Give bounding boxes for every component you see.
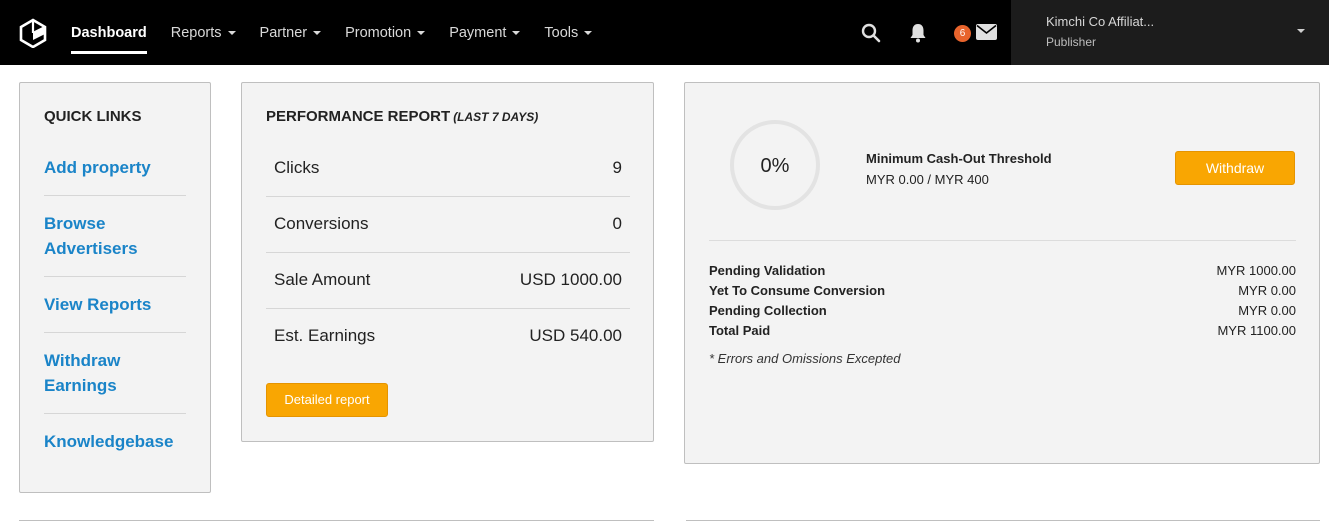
nav-reports-label: Reports [170, 24, 222, 41]
nav-tools-label: Tools [544, 24, 579, 41]
quick-links-card: QUICK LINKS Add property Browse Advertis… [19, 82, 211, 493]
bell-icon[interactable] [909, 23, 927, 43]
link-view-reports[interactable]: View Reports [44, 292, 186, 317]
nav-dashboard-label: Dashboard [71, 24, 147, 41]
threshold-value: MYR 0.00 / MYR 400 [866, 172, 989, 187]
cashout-progress-text: 0% [760, 155, 790, 177]
notification-badge: 6 [954, 25, 971, 42]
payout-label: Yet To Consume Conversion [709, 283, 886, 298]
metric-value: 0 [612, 214, 622, 233]
payout-label: Total Paid [709, 323, 771, 338]
user-name: Kimchi Co Affiliat... [1046, 14, 1155, 29]
link-knowledgebase[interactable]: Knowledgebase [44, 429, 186, 454]
chevron-down-icon [584, 30, 593, 35]
chevron-down-icon [227, 30, 236, 35]
main-nav: Dashboard Reports Partner Promotion Paym… [71, 0, 616, 65]
link-add-property[interactable]: Add property [44, 155, 186, 180]
quick-links-title: QUICK LINKS [44, 108, 142, 125]
divider [44, 195, 186, 196]
metric-label: Est. Earnings [274, 326, 376, 345]
link-withdraw-earnings[interactable]: Withdraw Earnings [44, 348, 186, 398]
payout-row-yet-to-consume: Yet To Consume Conversion MYR 0.00 [709, 283, 1296, 303]
nav-reports[interactable]: Reports [171, 0, 236, 65]
metric-row-sale-amount: Sale Amount USD 1000.00 [266, 252, 630, 308]
nav-promotion[interactable]: Promotion [345, 0, 426, 65]
next-card-edge [19, 520, 654, 521]
divider [709, 240, 1296, 241]
chevron-down-icon [417, 30, 426, 35]
nav-dashboard[interactable]: Dashboard [71, 0, 147, 65]
metric-row-clicks: Clicks 9 [266, 140, 630, 196]
payout-row-total-paid: Total Paid MYR 1100.00 [709, 323, 1296, 343]
user-menu[interactable]: Kimchi Co Affiliat... Publisher [1011, 0, 1329, 65]
divider [44, 276, 186, 277]
nav-partner[interactable]: Partner [260, 0, 322, 65]
search-icon[interactable] [861, 23, 881, 43]
payout-row-pending-validation: Pending Validation MYR 1000.00 [709, 263, 1296, 283]
metric-label: Conversions [274, 214, 369, 233]
payout-label: Pending Validation [709, 263, 826, 278]
metric-row-est-earnings: Est. Earnings USD 540.00 [266, 308, 630, 364]
payout-card: 0% Minimum Cash-Out Threshold MYR 0.00 /… [684, 82, 1320, 464]
user-role: Publisher [1046, 35, 1097, 49]
payout-value: MYR 0.00 [1238, 303, 1296, 318]
divider [44, 413, 186, 414]
nav-promotion-label: Promotion [345, 24, 412, 41]
detailed-report-button[interactable]: Detailed report [266, 383, 388, 417]
payout-row-pending-collection: Pending Collection MYR 0.00 [709, 303, 1296, 323]
payout-value: MYR 0.00 [1238, 283, 1296, 298]
divider [44, 332, 186, 333]
performance-report-title-text: PERFORMANCE REPORT [266, 108, 451, 125]
performance-report-card: PERFORMANCE REPORT (LAST 7 DAYS) Clicks 9… [241, 82, 654, 442]
payout-label: Pending Collection [709, 303, 827, 318]
logo-icon[interactable] [18, 18, 48, 48]
nav-payment-label: Payment [449, 24, 507, 41]
metric-row-conversions: Conversions 0 [266, 196, 630, 252]
metric-value: 9 [612, 158, 622, 177]
performance-report-subtitle: (LAST 7 DAYS) [453, 110, 539, 124]
chevron-down-icon [512, 30, 521, 35]
top-navigation-bar: Dashboard Reports Partner Promotion Paym… [0, 0, 1329, 65]
disclaimer-note: * Errors and Omissions Excepted [709, 351, 901, 366]
nav-tools[interactable]: Tools [544, 0, 593, 65]
chevron-down-icon [313, 30, 322, 35]
nav-partner-label: Partner [259, 24, 308, 41]
metric-label: Sale Amount [274, 270, 371, 289]
threshold-title: Minimum Cash-Out Threshold [866, 151, 1052, 166]
metric-value: USD 540.00 [529, 326, 622, 345]
mail-icon[interactable] [976, 24, 997, 40]
link-browse-advertisers[interactable]: Browse Advertisers [44, 211, 186, 261]
withdraw-button[interactable]: Withdraw [1175, 151, 1295, 185]
next-card-edge [686, 520, 1320, 521]
payout-value: MYR 1100.00 [1217, 323, 1296, 338]
chevron-down-icon [1297, 29, 1305, 33]
nav-payment[interactable]: Payment [449, 0, 521, 65]
performance-report-title: PERFORMANCE REPORT (LAST 7 DAYS) [266, 108, 538, 125]
payout-value: MYR 1000.00 [1216, 263, 1297, 278]
metric-value: USD 1000.00 [519, 270, 622, 289]
metric-label: Clicks [274, 158, 320, 177]
